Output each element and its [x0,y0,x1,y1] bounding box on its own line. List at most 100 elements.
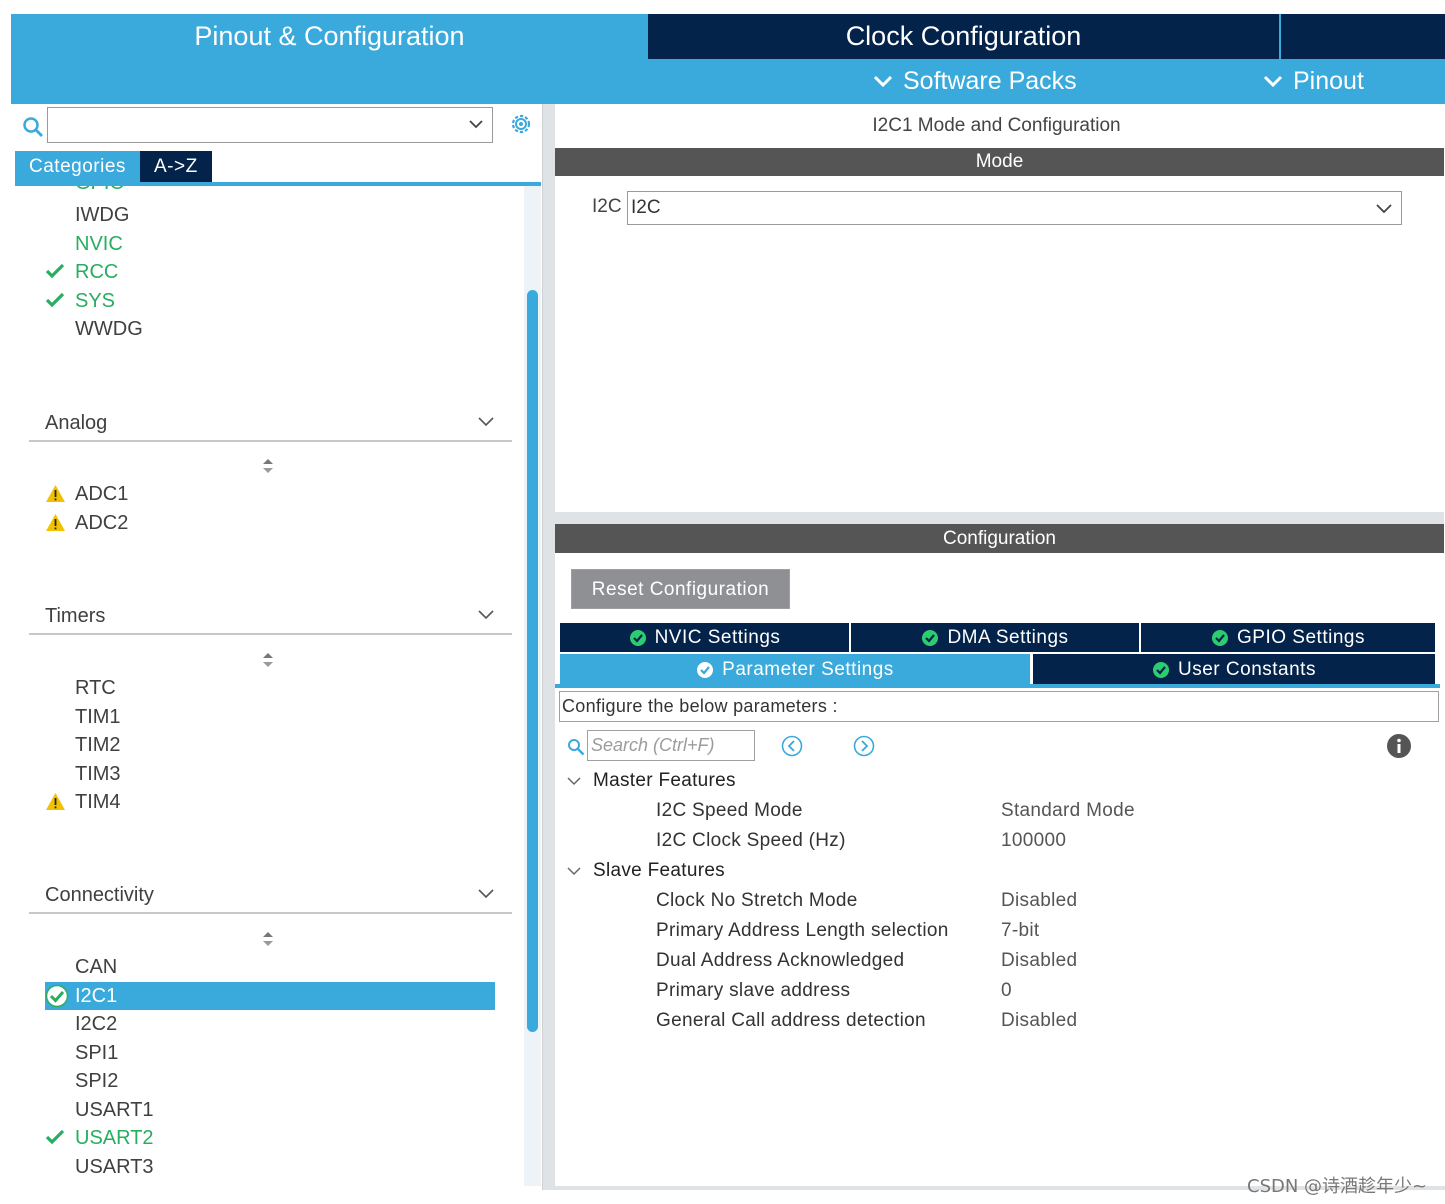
tree-item-label: ADC2 [75,512,129,534]
param-value[interactable]: Disabled [1001,887,1077,915]
tree-item-label: I2C1 [75,985,118,1007]
parameter-search-input[interactable]: Search (Ctrl+F) [587,730,755,761]
i2c-mode-value: I2C [631,197,661,218]
chevron-down-icon[interactable] [1375,201,1393,215]
chevron-down-icon [1263,75,1283,88]
tree-item-adc1[interactable]: ADC1 [46,480,128,508]
param-value[interactable]: Disabled [1001,947,1077,975]
mode-section-header: Mode [555,148,1444,176]
group-master-features[interactable]: Master Features [567,767,736,795]
warning-icon [46,514,65,531]
sort-icon[interactable] [261,458,275,474]
tree-item-spi2[interactable]: SPI2 [75,1067,118,1095]
param-name: Primary Address Length selection [656,920,949,941]
tab-a-to-z[interactable]: A->Z [140,151,212,183]
search-icon[interactable] [22,116,44,138]
chevron-down-icon [478,417,494,427]
chevron-down-icon [478,610,494,620]
previous-result-icon[interactable] [781,735,803,757]
check-icon [45,292,65,308]
tree-item-tim2[interactable]: TIM2 [75,731,121,759]
check-circle-icon [1153,661,1170,678]
tab-parameter-settings[interactable]: Parameter Settings [560,654,1030,685]
reset-configuration-button[interactable]: Reset Configuration [571,569,790,609]
check-circle-icon [45,984,69,1008]
param-value[interactable]: Disabled [1001,1007,1077,1035]
param-value[interactable]: 7-bit [1001,917,1039,945]
tree-item-gpio[interactable]: GPIO [75,186,125,195]
tree-item-sys[interactable]: SYS [45,287,116,315]
tree-item-label: SYS [75,290,116,312]
group-title: Master Features [593,770,736,791]
tree-item-iwdg[interactable]: IWDG [75,201,129,229]
search-icon[interactable] [567,738,585,756]
tab-categories[interactable]: Categories [15,151,140,183]
category-header-connectivity[interactable]: Connectivity [29,878,512,914]
tree-item-label: USART2 [75,1127,154,1149]
tab-label: Parameter Settings [722,658,894,680]
tree-item-usart2[interactable]: USART2 [45,1124,154,1152]
pinout-menu[interactable]: Pinout [1263,62,1364,100]
group-title: Slave Features [593,860,725,881]
category-header-analog[interactable]: Analog [29,406,512,442]
component-tree: GPIO IWDG NVIC RCC SYS WWDG Analog ADC1 … [11,186,523,1190]
component-search-combobox[interactable] [47,107,493,143]
param-name: Clock No Stretch Mode [656,890,858,911]
tree-item-label: RCC [75,261,119,283]
gear-icon[interactable] [508,111,534,137]
software-packs-menu[interactable]: Software Packs [873,62,1077,100]
check-icon [45,263,65,279]
chevron-down-icon [567,867,581,876]
tab-nvic-settings[interactable]: NVIC Settings [560,623,849,652]
chevron-down-icon [567,777,581,786]
tree-item-tim1[interactable]: TIM1 [75,703,121,731]
pinout-menu-label: Pinout [1293,67,1364,95]
tab-clock-configuration[interactable]: Clock Configuration [648,14,1279,59]
i2c-mode-select[interactable]: I2C [627,191,1402,225]
tab-gpio-settings[interactable]: GPIO Settings [1141,623,1435,652]
category-title: Analog [45,412,108,434]
tree-item-nvic[interactable]: NVIC [75,230,123,258]
category-title: Timers [45,605,106,627]
sort-icon[interactable] [261,652,275,668]
tree-item-can[interactable]: CAN [75,953,117,981]
chevron-down-icon [873,75,893,88]
panel-title: I2C1 Mode and Configuration [872,115,1121,136]
panel-splitter[interactable] [543,104,555,1190]
tree-item-i2c1[interactable]: I2C1 [45,982,118,1010]
tab-user-constants[interactable]: User Constants [1033,654,1435,685]
tree-item-usart3[interactable]: USART3 [75,1153,154,1181]
tree-item-tim4[interactable]: TIM4 [46,788,121,816]
tree-item-i2c2[interactable]: I2C2 [75,1010,117,1038]
param-value[interactable]: 0 [1001,977,1012,1005]
param-name: Primary slave address [656,980,851,1001]
tab-project-manager[interactable] [1281,14,1445,59]
tab-pinout-configuration[interactable]: Pinout & Configuration [11,14,648,59]
section-splitter[interactable] [555,512,1444,524]
chevron-down-icon[interactable] [468,118,484,130]
tree-item-rtc[interactable]: RTC [75,674,116,702]
tree-item-usart1[interactable]: USART1 [75,1096,154,1124]
next-result-icon[interactable] [853,735,875,757]
tab-dma-settings[interactable]: DMA Settings [851,623,1139,652]
group-slave-features[interactable]: Slave Features [567,857,725,885]
check-icon [45,1129,65,1145]
info-icon[interactable] [1386,733,1412,759]
tree-scrollbar-thumb[interactable] [527,290,538,1032]
i2c-mode-label: I2C [592,196,622,217]
sort-icon[interactable] [261,931,275,947]
tree-item-spi1[interactable]: SPI1 [75,1039,118,1067]
tree-item-adc2[interactable]: ADC2 [46,509,129,537]
tree-item-wwdg[interactable]: WWDG [75,315,143,343]
parameter-description: Configure the below parameters : [559,691,1439,722]
tab-label: User Constants [1178,658,1316,680]
category-header-timers[interactable]: Timers [29,599,512,635]
tree-item-rcc[interactable]: RCC [45,258,119,286]
tree-item-tim3[interactable]: TIM3 [75,760,121,788]
warning-icon [46,485,65,502]
param-value[interactable]: Standard Mode [1001,797,1135,825]
tab-label: DMA Settings [947,626,1069,648]
top-navigation-bar: Pinout & Configuration Clock Configurati… [11,14,1445,104]
watermark: CSDN @诗酒趁年少~ [1247,1176,1428,1197]
param-value[interactable]: 100000 [1001,827,1066,855]
